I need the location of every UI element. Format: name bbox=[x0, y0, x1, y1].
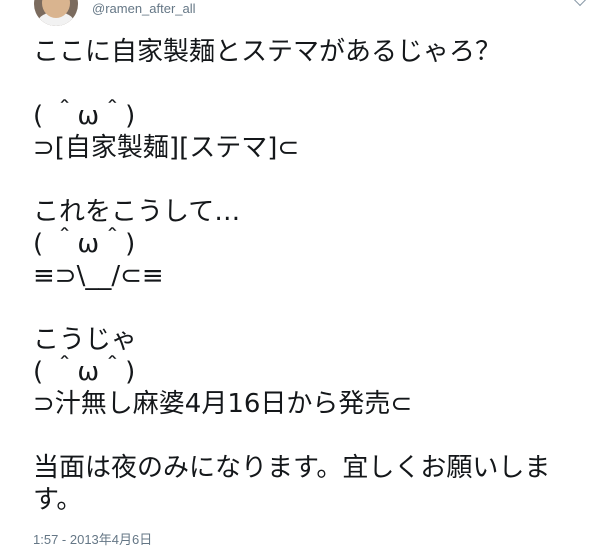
tweet-line: こうじゃ bbox=[33, 325, 138, 355]
tweet-line: ( ＾ω＾) bbox=[33, 101, 136, 131]
tweet-line: 当面は夜のみになります。宜しくお願いします。 bbox=[33, 453, 551, 515]
tweet-line: ( ＾ω＾) bbox=[33, 357, 136, 387]
tweet-line: ( ＾ω＾) bbox=[33, 229, 136, 259]
tweet-text: ここに自家製麺とステマがあるじゃろ？ ( ＾ω＾) ⊃[自家製麺][ステマ]⊂ … bbox=[33, 36, 581, 516]
tweet-line: これをこうして… bbox=[33, 197, 241, 227]
tweet-timestamp[interactable]: 1:57 - 2013年4月6日 bbox=[33, 529, 152, 548]
tweet-line: ここに自家製麺とステマがあるじゃろ？ bbox=[33, 37, 502, 67]
user-handle[interactable]: @ramen_after_all bbox=[92, 1, 196, 16]
chevron-down-icon[interactable] bbox=[572, 0, 588, 7]
tweet-line: ≡⊃\__/⊂≡ bbox=[33, 261, 164, 291]
tweet-line: ⊃汁無し麻婆4月16日から発売⊂ bbox=[33, 389, 413, 419]
tweet-line: ⊃[自家製麺][ステマ]⊂ bbox=[33, 133, 300, 163]
user-avatar[interactable] bbox=[34, 0, 78, 26]
